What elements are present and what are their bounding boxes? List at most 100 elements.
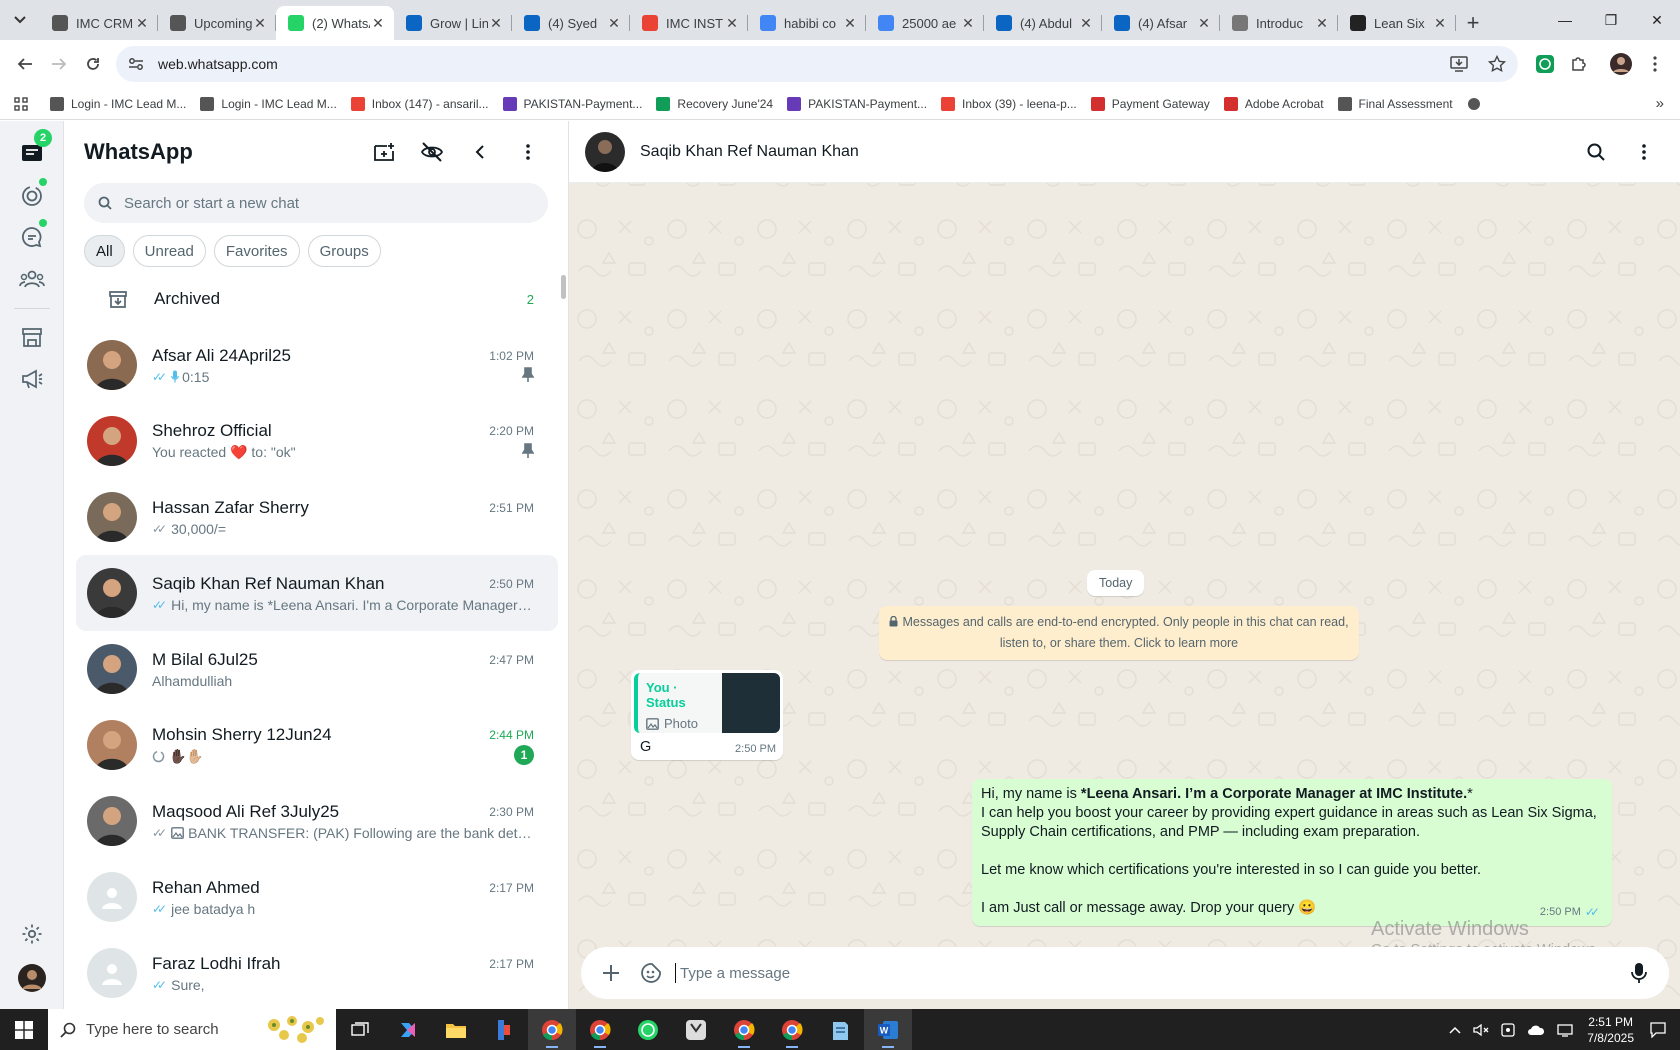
bookmark-star-icon[interactable]	[1488, 55, 1506, 73]
task-view-icon[interactable]	[336, 1009, 384, 1050]
browser-tab[interactable]: (4) Syed ✕	[512, 6, 630, 40]
bookmark-item[interactable]: Inbox (147) - ansaril...	[350, 96, 489, 111]
archived-row[interactable]: Archived 2	[64, 271, 568, 327]
filter-unread[interactable]: Unread	[132, 235, 206, 267]
whatsapp-taskbar-icon[interactable]	[624, 1009, 672, 1050]
file-explorer-icon[interactable]	[432, 1009, 480, 1050]
forward-button[interactable]	[42, 47, 76, 81]
apps-grid-icon[interactable]	[14, 96, 28, 111]
tab-close-icon[interactable]: ✕	[606, 15, 622, 32]
whatsapp-extension-icon[interactable]	[1528, 47, 1562, 81]
minimize-button[interactable]: —	[1542, 0, 1588, 40]
word-icon[interactable]: W	[864, 1009, 912, 1050]
bookmark-item[interactable]: Adobe Acrobat	[1223, 96, 1324, 111]
browser-tab[interactable]: habibi co ✕	[748, 6, 866, 40]
incoming-message[interactable]: You · Status Photo G 2:50 PM	[631, 670, 783, 760]
filter-groups[interactable]: Groups	[307, 235, 381, 267]
chat-list-item[interactable]: Hassan Zafar Sherry 2:51 PM ✓✓ 30,000/=	[64, 479, 568, 555]
onedrive-icon[interactable]	[1527, 1024, 1545, 1036]
contact-avatar[interactable]	[585, 131, 625, 172]
search-input[interactable]: Search or start a new chat	[84, 183, 548, 223]
chat-list-item[interactable]: Mohsin Sherry 12Jun24 2:44 PM ✋🏿✋🏼 1	[64, 707, 568, 783]
tab-close-icon[interactable]: ✕	[370, 15, 386, 32]
profile-avatar[interactable]	[1604, 47, 1638, 81]
conversation-header[interactable]: Saqib Khan Ref Nauman Khan	[569, 121, 1680, 183]
paint-app-icon[interactable]	[480, 1009, 528, 1050]
browser-tab[interactable]: Grow | LinkedIn✕	[394, 6, 512, 40]
emoji-sticker-icon[interactable]	[635, 957, 667, 989]
bookmark-item[interactable]: Recovery June'24	[656, 96, 773, 111]
channels-icon[interactable]	[16, 219, 48, 253]
bookmark-overflow-icon[interactable]	[1467, 97, 1481, 111]
tab-search-button[interactable]	[0, 0, 40, 40]
browser-tab[interactable]: IMC INSTITUTE✕	[630, 6, 748, 40]
filter-favorites[interactable]: Favorites	[213, 235, 300, 267]
tab-close-icon[interactable]: ✕	[1196, 15, 1212, 32]
reload-button[interactable]	[76, 47, 110, 81]
browser-tab[interactable]: (4) Afsar ✕	[1102, 6, 1220, 40]
browser-tab[interactable]: Lean Six ✕	[1338, 6, 1456, 40]
conversation-search-icon[interactable]	[1576, 132, 1616, 172]
quoted-status[interactable]: You · Status Photo	[634, 673, 780, 733]
chrome-taskbar-icon-4[interactable]	[768, 1009, 816, 1050]
status-icon[interactable]	[16, 178, 48, 212]
tab-close-icon[interactable]: ✕	[252, 15, 268, 32]
bookmark-item[interactable]: Inbox (39) - leena-p...	[941, 96, 1077, 111]
browser-tab[interactable]: (4) Abdul ✕	[984, 6, 1102, 40]
hide-eye-icon[interactable]	[412, 132, 452, 172]
message-input[interactable]	[675, 963, 1623, 983]
encryption-notice[interactable]: Messages and calls are end-to-end encryp…	[879, 606, 1359, 660]
settings-icon[interactable]	[16, 918, 48, 950]
browser-tab[interactable]: Upcoming ✕	[158, 6, 276, 40]
tab-close-icon[interactable]: ✕	[960, 15, 976, 32]
business-tools-icon[interactable]	[16, 321, 48, 353]
conversation-menu-icon[interactable]	[1624, 132, 1664, 172]
device-icon[interactable]	[1501, 1022, 1515, 1037]
chat-list-menu-icon[interactable]	[508, 132, 548, 172]
browser-tab[interactable]: IMC CRM ✕	[40, 6, 158, 40]
bookmark-item[interactable]: Login - IMC Lead M...	[50, 96, 186, 111]
windows-start-button[interactable]	[0, 1009, 48, 1050]
chat-list-item[interactable]: Saqib Khan Ref Nauman Khan 2:50 PM ✓✓ Hi, m…	[76, 555, 558, 631]
advertise-icon[interactable]	[16, 363, 48, 395]
bookmark-item[interactable]: Payment Gateway	[1090, 96, 1210, 111]
back-button[interactable]	[8, 47, 42, 81]
chrome-taskbar-icon-3[interactable]	[720, 1009, 768, 1050]
notifications-icon[interactable]	[1650, 1021, 1666, 1038]
chats-icon[interactable]: 2	[16, 129, 52, 168]
chat-list-item[interactable]: Shehroz Official 2:20 PM You reacted ❤️ to…	[64, 403, 568, 479]
tab-close-icon[interactable]: ✕	[1078, 15, 1094, 32]
chrome-taskbar-icon-1[interactable]	[528, 1009, 576, 1050]
tab-close-icon[interactable]: ✕	[1432, 15, 1448, 32]
close-window-button[interactable]: ✕	[1634, 0, 1680, 40]
chat-list-item[interactable]: Faraz Lodhi Ifrah 2:17 PM ✓✓ Sure,	[64, 935, 568, 1009]
site-info-icon[interactable]	[128, 57, 150, 71]
chrome-taskbar-icon-2[interactable]	[576, 1009, 624, 1050]
speaker-muted-icon[interactable]	[1473, 1023, 1489, 1037]
filter-all[interactable]: All	[84, 235, 125, 267]
communities-icon[interactable]	[16, 263, 48, 295]
tab-close-icon[interactable]: ✕	[488, 15, 504, 32]
tray-overflow-icon[interactable]	[1449, 1026, 1461, 1034]
tab-close-icon[interactable]: ✕	[1314, 15, 1330, 32]
taskbar-clock[interactable]: 2:51 PM 7/8/2025	[1587, 1014, 1634, 1046]
chat-list-item[interactable]: Maqsood Ali Ref 3July25 2:30 PM ✓✓ BANK TRA…	[64, 783, 568, 859]
microphone-icon[interactable]	[1623, 957, 1655, 989]
bookmark-item[interactable]: Login - IMC Lead M...	[200, 96, 337, 111]
browser-tab[interactable]: Introduc ✕	[1220, 6, 1338, 40]
notepad-icon[interactable]	[816, 1009, 864, 1050]
bookmark-item[interactable]: Final Assessment	[1337, 96, 1453, 111]
more-bookmarks-icon[interactable]: »	[1656, 95, 1664, 112]
chat-list-item[interactable]: M Bilal 6Jul25 2:47 PM Alhamdulliah	[64, 631, 568, 707]
browser-tab[interactable]: 25000 ae ✕	[866, 6, 984, 40]
chat-list-scrollbar[interactable]	[561, 275, 566, 299]
url-field[interactable]: web.whatsapp.com	[116, 46, 1518, 82]
new-tab-button[interactable]: +	[1456, 6, 1490, 40]
chat-list-item[interactable]: Rehan Ahmed 2:17 PM ✓✓ jee batadya h	[64, 859, 568, 935]
tab-close-icon[interactable]: ✕	[842, 15, 858, 32]
clock-app-icon[interactable]	[672, 1009, 720, 1050]
my-profile-avatar[interactable]	[16, 962, 48, 994]
outgoing-message[interactable]: Hi, my name is *Leena Ansari. I’m a Corp…	[972, 779, 1612, 926]
maximize-button[interactable]: ❐	[1588, 0, 1634, 40]
install-app-icon[interactable]	[1450, 56, 1468, 72]
